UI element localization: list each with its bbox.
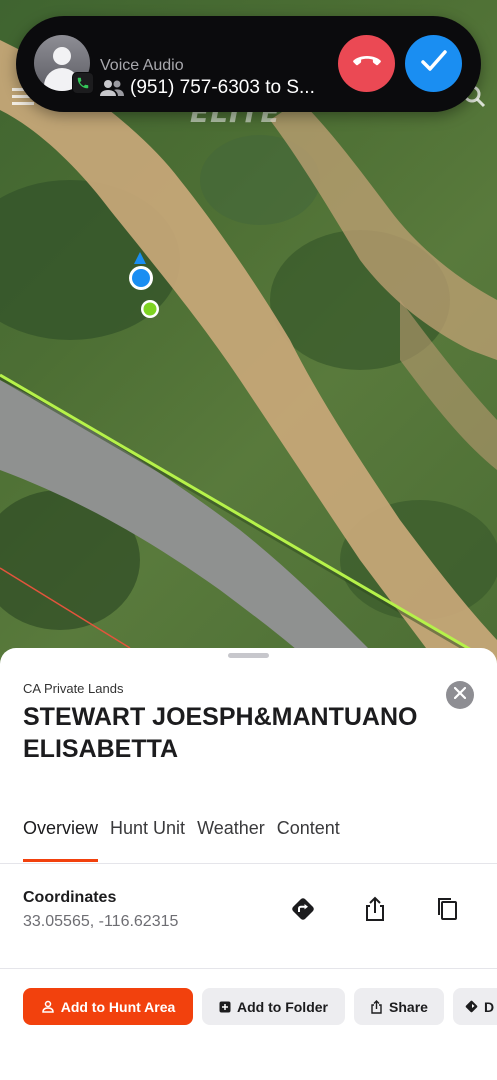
coordinates-value: 33.05565, -116.62315 [23, 913, 179, 930]
close-sheet-button[interactable] [446, 681, 474, 709]
directions-icon [290, 896, 316, 927]
group-people-icon [100, 79, 124, 97]
incoming-call-banner[interactable]: Voice Audio (951) 757-6303 to S... [16, 16, 481, 112]
parcel-owner-title: STEWART JOESPH&MANTUANO ELISABETTA [23, 703, 418, 763]
parcel-detail-sheet: CA Private Lands STEWART JOESPH&MANTUANO… [0, 648, 497, 1080]
phone-call-icon [72, 72, 94, 94]
directions-button[interactable] [288, 896, 318, 926]
decline-call-button[interactable] [338, 35, 395, 92]
sheet-grabber-handle[interactable] [228, 653, 269, 658]
tab-content[interactable]: Content [277, 818, 340, 860]
actions-divider [0, 968, 497, 969]
layer-name-label: CA Private Lands [23, 681, 124, 696]
share-icon [370, 999, 383, 1014]
detail-tabs: Overview Hunt Unit Weather Content [23, 818, 340, 864]
add-to-folder-button[interactable]: Add to Folder [202, 988, 345, 1025]
caller-number: (951) 757-6303 to S... [130, 77, 315, 98]
hunt-area-icon [41, 1000, 55, 1014]
share-button[interactable]: Share [354, 988, 444, 1025]
accept-call-button[interactable] [405, 35, 462, 92]
close-icon [453, 686, 467, 704]
add-to-folder-label: Add to Folder [237, 998, 328, 1015]
add-to-hunt-area-label: Add to Hunt Area [60, 998, 176, 1015]
folder-plus-icon [219, 1001, 231, 1013]
tab-overview[interactable]: Overview [23, 818, 99, 862]
copy-coordinates-button[interactable] [432, 896, 462, 926]
tabs-divider [0, 863, 497, 864]
directions-pill-label: D [484, 998, 495, 1015]
parcel-action-row: Add to Hunt Area Add to Folder Share D [23, 988, 497, 1025]
directions-pill-button[interactable]: D [453, 988, 497, 1025]
caller-line: (951) 757-6303 to S... [100, 77, 336, 99]
share-coordinates-button[interactable] [360, 896, 390, 926]
directions-icon [465, 1000, 478, 1013]
coordinates-label: Coordinates [23, 889, 117, 906]
call-type-label: Voice Audio [100, 57, 184, 74]
copy-icon [435, 896, 459, 927]
tab-hunt-unit[interactable]: Hunt Unit [110, 818, 185, 860]
checkmark-icon [420, 50, 447, 77]
add-to-hunt-area-button[interactable]: Add to Hunt Area [23, 988, 193, 1025]
share-icon [363, 896, 387, 927]
tab-weather[interactable]: Weather [197, 818, 265, 860]
share-label: Share [389, 998, 428, 1015]
phone-down-icon [352, 54, 382, 73]
